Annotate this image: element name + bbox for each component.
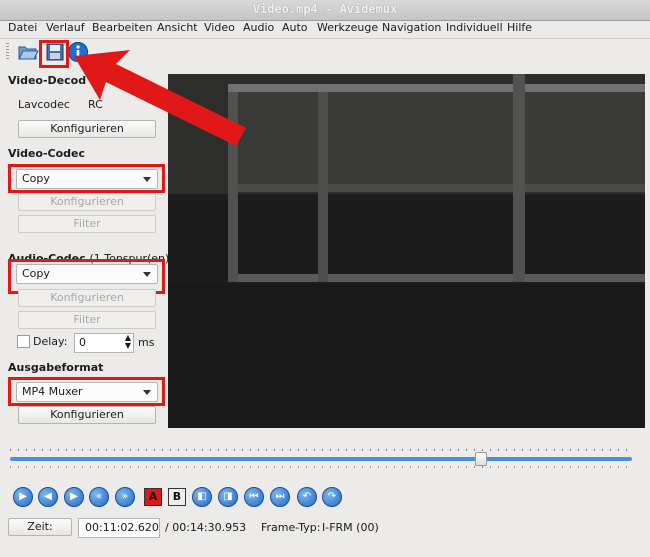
delay-unit: ms (138, 336, 155, 349)
video-codec-highlight-box (8, 164, 165, 193)
menu-werkzeuge[interactable]: Werkzeuge (317, 21, 378, 34)
title-bar: Video.mp4 - Avidemux (0, 0, 650, 21)
output-format-heading: Ausgabeformat (8, 361, 104, 374)
play-button[interactable]: ▶ (13, 487, 33, 507)
menu-hilfe[interactable]: Hilfe (507, 21, 532, 34)
previous-black-frame-button[interactable]: ◧ (192, 487, 212, 507)
frame-type-value: I-FRM (00) (322, 521, 379, 534)
slider-ticks-bottom (10, 466, 632, 468)
next-frame-button[interactable]: ▶ (64, 487, 84, 507)
output-format-highlight-box (8, 377, 165, 406)
menu-bearbeiten[interactable]: Bearbeiten (92, 21, 152, 34)
previous-frame-button[interactable]: ◀ (38, 487, 58, 507)
time-button[interactable]: Zeit: (8, 518, 72, 536)
timeline-handle[interactable] (475, 452, 487, 466)
timeline-slider[interactable] (10, 457, 632, 461)
last-frame-button[interactable]: ⏭ (270, 487, 290, 507)
total-time: / 00:14:30.953 (165, 521, 247, 534)
set-marker-b-button[interactable]: B (168, 488, 186, 506)
goto-marker-b-button[interactable]: ↷ (322, 487, 342, 507)
menu-ansicht[interactable]: Ansicht (157, 21, 198, 34)
current-time-value: 00:11:02.620 (85, 521, 159, 534)
annotation-arrow (74, 50, 246, 146)
window-title: Video.mp4 - Avidemux (252, 2, 398, 16)
video-filter-button[interactable]: Filter (18, 215, 156, 233)
audio-filter-button[interactable]: Filter (18, 311, 156, 329)
menu-individuell[interactable]: Individuell (446, 21, 503, 34)
previous-keyframe-button[interactable]: « (89, 487, 109, 507)
toolbar-grip (6, 43, 9, 61)
delay-input[interactable]: 0 ▲ ▼ (74, 333, 134, 353)
menu-video[interactable]: Video (204, 21, 235, 34)
audio-configure-button[interactable]: Konfigurieren (18, 289, 156, 307)
menu-auto[interactable]: Auto (282, 21, 308, 34)
delay-label: Delay: (33, 335, 68, 348)
spin-arrows-icon[interactable]: ▲ ▼ (125, 334, 131, 350)
delay-checkbox[interactable] (17, 335, 30, 348)
menu-navigation[interactable]: Navigation (382, 21, 441, 34)
next-black-frame-button[interactable]: ◨ (218, 487, 238, 507)
current-time-field[interactable]: 00:11:02.620 (78, 518, 160, 538)
frame-type-label: Frame-Typ: (261, 521, 321, 534)
delay-value: 0 (79, 336, 86, 349)
menu-audio[interactable]: Audio (243, 21, 274, 34)
goto-marker-a-button[interactable]: ↶ (297, 487, 317, 507)
set-marker-a-button[interactable]: A (144, 488, 162, 506)
output-configure-button[interactable]: Konfigurieren (18, 406, 156, 424)
open-folder-icon[interactable] (17, 41, 39, 63)
menu-bar: Datei Verlauf Bearbeiten Ansicht Video A… (0, 20, 650, 39)
first-frame-button[interactable]: ⏮ (244, 487, 264, 507)
slider-ticks-top (10, 449, 632, 451)
video-configure-button[interactable]: Konfigurieren (18, 193, 156, 211)
menu-verlauf[interactable]: Verlauf (46, 21, 85, 34)
next-keyframe-button[interactable]: » (115, 487, 135, 507)
menu-datei[interactable]: Datei (8, 21, 37, 34)
